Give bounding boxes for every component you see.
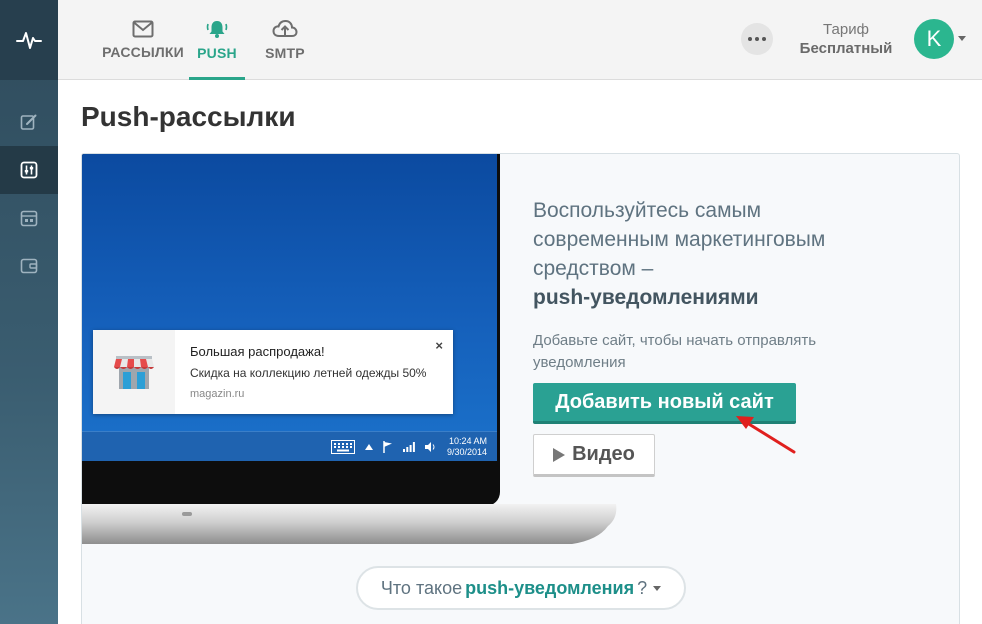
more-menu-button[interactable]: [741, 23, 773, 55]
notification-image: [93, 330, 175, 414]
sidebar-item-campaigns[interactable]: [0, 98, 58, 146]
chevron-up-icon: [364, 444, 373, 450]
edit-icon: [20, 114, 37, 130]
mail-icon: [132, 20, 154, 38]
sidebar: [0, 0, 58, 624]
volume-icon: [424, 442, 435, 452]
wallet-icon: [20, 258, 38, 274]
faq-prefix: Что такое: [380, 577, 463, 598]
logo[interactable]: [0, 0, 58, 80]
faq-suffix: ?: [637, 577, 648, 598]
notification-site: magazin.ru: [190, 388, 245, 400]
more-dot: [762, 37, 766, 41]
video-button-label: Видео: [572, 443, 635, 465]
shop-icon: [114, 356, 154, 389]
more-dots-icon: [748, 37, 752, 41]
notification-preview: Большая распродажа! Скидка на коллекцию …: [93, 330, 453, 414]
top-bar: РАССЫЛКИ PUSH SMTP Тариф Бесплатный K: [58, 0, 982, 80]
tab-campaigns[interactable]: РАССЫЛКИ: [88, 0, 198, 80]
play-icon: [553, 447, 566, 462]
tariff-label: Тариф: [823, 21, 869, 38]
faq-bold: push-уведомления: [465, 577, 635, 598]
sidebar-item-calendar[interactable]: [0, 194, 58, 242]
tab-smtp-label: SMTP: [265, 45, 305, 61]
clock: 10:24 AM 9/30/2014: [447, 436, 487, 458]
video-button[interactable]: Видео: [533, 434, 655, 477]
chevron-down-icon[interactable]: [958, 36, 966, 41]
tab-smtp[interactable]: SMTP: [258, 0, 312, 80]
more-dot: [755, 37, 759, 41]
laptop-illustration: Большая распродажа! Скидка на коллекцию …: [82, 154, 500, 506]
taskbar: 10:24 AM 9/30/2014: [82, 431, 497, 461]
tariff-info[interactable]: Тариф Бесплатный: [788, 20, 904, 58]
bell-icon: [206, 21, 228, 38]
calendar-icon: [20, 210, 38, 227]
flag-icon: [383, 441, 392, 453]
avatar[interactable]: K: [914, 19, 954, 59]
tab-push[interactable]: PUSH: [189, 0, 245, 80]
signal-icon: [402, 442, 415, 452]
laptop-screen: Большая распродажа! Скидка на коллекцию …: [82, 154, 497, 461]
clock-date: 9/30/2014: [446, 447, 487, 457]
cloud-upload-icon: [272, 19, 298, 37]
notification-body: Скидка на коллекцию летней одежды 50%: [190, 366, 427, 380]
sidebar-item-wallet[interactable]: [0, 242, 58, 290]
laptop-base: [82, 504, 617, 544]
promo-headline-text: Воспользуйтесь самым современным маркети…: [533, 199, 826, 280]
tab-push-label: PUSH: [197, 45, 237, 61]
tariff-value: Бесплатный: [799, 40, 893, 57]
notification-title: Большая распродажа!: [190, 344, 325, 359]
close-icon: ×: [435, 338, 443, 353]
clock-time: 10:24 AM: [448, 436, 487, 446]
tab-campaigns-label: РАССЫЛКИ: [102, 44, 184, 60]
page-title: Push-рассылки: [81, 101, 296, 132]
promo-headline-bold: push-уведомлениями: [533, 286, 759, 309]
chevron-down-icon: [653, 585, 662, 591]
system-tray: 10:24 AM 9/30/2014: [330, 432, 487, 461]
promo-subtext: Добавьте сайт, чтобы начать отправлять у…: [533, 332, 817, 371]
sidebar-item-settings[interactable]: [0, 146, 58, 194]
arrow-pointer-icon: [736, 416, 796, 454]
what-is-push-dropdown[interactable]: Что такое push-уведомления ?: [356, 566, 686, 610]
sliders-icon: [20, 161, 38, 179]
promo-headline: Воспользуйтесь самым современным маркети…: [533, 196, 873, 312]
pulse-logo-icon: [16, 32, 42, 49]
keyboard-icon: [330, 440, 355, 454]
push-promo-card: Большая распродажа! Скидка на коллекцию …: [81, 153, 960, 624]
